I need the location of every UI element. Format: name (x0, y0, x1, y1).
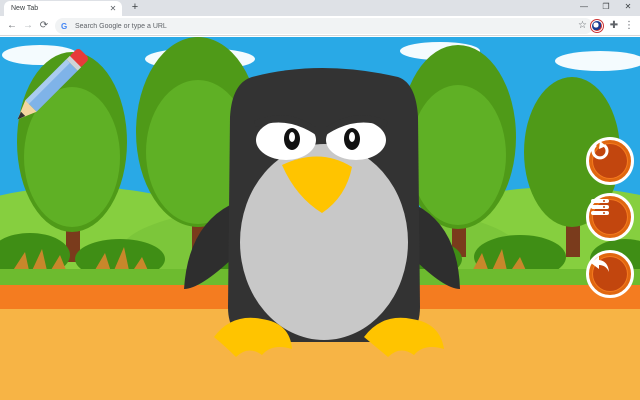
omnibox-input[interactable] (75, 22, 545, 30)
flag-extension-icon[interactable] (590, 19, 604, 33)
minimize-icon[interactable]: — (574, 0, 594, 14)
forward-arrow-nav-icon[interactable]: → (21, 19, 35, 33)
restart-icon (591, 141, 609, 160)
menu-button[interactable] (586, 193, 634, 241)
star-icon[interactable]: ☆ (578, 20, 587, 32)
restart-button[interactable] (586, 137, 634, 185)
close-icon[interactable]: ✕ (107, 4, 119, 13)
window-close-icon[interactable]: ✕ (618, 0, 638, 14)
back-button[interactable] (586, 250, 634, 298)
puzzle-extension-icon[interactable]: ✚ (607, 19, 621, 33)
game-canvas[interactable] (0, 37, 640, 400)
tab-title: New Tab (11, 5, 39, 12)
google-g-icon: G (61, 21, 68, 31)
pencil-icon[interactable] (0, 37, 100, 137)
list-menu-icon (591, 199, 609, 215)
new-tab-button[interactable]: + (128, 1, 142, 15)
reload-icon[interactable]: ⟳ (37, 19, 51, 33)
back-arrow-nav-icon[interactable]: ← (5, 19, 19, 33)
back-arrow-icon (591, 256, 609, 272)
tab-strip: New Tab ✕ + — ❐ ✕ (0, 0, 640, 16)
browser-toolbar: ← → ⟳ G ☆ ✚ ⋮ (0, 16, 640, 36)
kebab-menu-icon[interactable]: ⋮ (624, 19, 634, 33)
omnibox[interactable]: G ☆ (55, 18, 593, 34)
tab-new-tab[interactable]: New Tab ✕ (4, 1, 122, 16)
restore-icon[interactable]: ❐ (596, 0, 616, 14)
